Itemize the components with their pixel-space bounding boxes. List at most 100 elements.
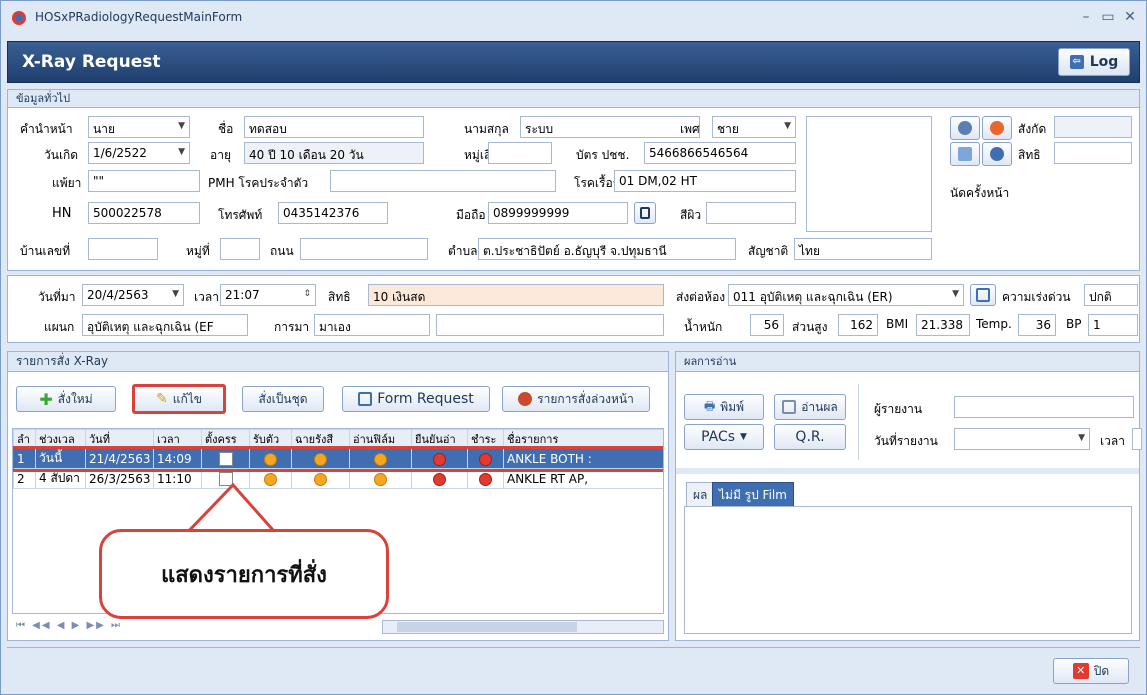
pacs-dropdown-button[interactable]: PACs ▼ [684, 424, 764, 450]
maximize-icon[interactable]: ▭ [1099, 9, 1117, 25]
column-header[interactable]: อ่านฟิล์ม [349, 429, 412, 449]
cid-field[interactable]: 5466866546564 [644, 142, 796, 164]
close-icon[interactable]: ✕ [1121, 9, 1139, 25]
affiliation-field[interactable] [1054, 116, 1132, 138]
moo-field[interactable] [220, 238, 260, 260]
result-textarea[interactable] [684, 506, 1132, 634]
send-room-select[interactable]: 011 อุบัติเหตุ และฉุกเฉิน (ER) ▼ [728, 284, 964, 306]
print-button[interactable]: 🖶 พิมพ์ [684, 394, 764, 420]
come-detail-field[interactable] [436, 314, 664, 336]
visit-panel: วันที่มา 20/4/2563 ▼ เวลา 21:07 ⇕ สิทธิ 10… [7, 275, 1140, 343]
allergy-field[interactable]: "" [88, 170, 200, 192]
mobile-label: มือถือ [456, 208, 486, 222]
reporter-field[interactable] [954, 396, 1134, 418]
hn-field[interactable]: 500022578 [88, 202, 200, 224]
report-date-field[interactable]: ▼ [954, 428, 1090, 450]
column-header[interactable]: ฉายรังสี [291, 429, 350, 449]
edit-order-button[interactable]: ✎ แก้ไข [132, 384, 226, 414]
urgency-field[interactable]: ปกติ [1084, 284, 1138, 306]
column-header[interactable]: วันที่ [85, 429, 154, 449]
column-header[interactable]: ลำ [13, 429, 36, 449]
checkbox[interactable] [218, 451, 233, 466]
dept-label: แผนก [44, 320, 75, 334]
chart-button[interactable] [950, 142, 980, 166]
horizontal-scrollbar[interactable] [382, 620, 664, 634]
table-row[interactable]: 1 วันนี้ 21/4/2563 14:09 ANKLE BOTH : [13, 445, 663, 472]
bp-field[interactable]: 1 [1088, 314, 1138, 336]
camera-button[interactable] [950, 116, 980, 140]
read-result-button[interactable]: อ่านผล [774, 394, 846, 420]
blood-field[interactable] [488, 142, 552, 164]
weight-field[interactable]: 56 [750, 314, 784, 336]
person-button[interactable] [982, 142, 1012, 166]
close-button[interactable]: ✕ ปิด [1053, 658, 1129, 684]
dept-field[interactable]: อุบัติเหตุ และฉุกเฉิน (EF [82, 314, 248, 336]
height-label: ส่วนสูง [792, 320, 828, 334]
calendar-button[interactable] [970, 284, 996, 306]
minimize-icon[interactable]: – [1077, 9, 1095, 25]
advance-order-button[interactable]: รายการสั่งล่วงหน้า [502, 386, 650, 412]
report-time-field[interactable] [1132, 428, 1142, 450]
plus-icon: ✚ [39, 389, 53, 409]
form-request-button[interactable]: Form Request [342, 386, 490, 412]
tab-result[interactable]: ผล [686, 482, 715, 509]
visit-right-field[interactable]: 10 เงินสด [368, 284, 664, 306]
status-pending-icon [374, 472, 387, 486]
house-field[interactable] [88, 238, 158, 260]
nation-field[interactable]: ไทย [794, 238, 932, 260]
column-header[interactable]: ชำระ [467, 429, 504, 449]
column-header[interactable]: ช่วงเวล [35, 429, 86, 449]
row-period: 4 สัปดา [35, 468, 86, 489]
log-button[interactable]: ⇦ Log [1058, 48, 1130, 76]
column-header[interactable]: เวลา [153, 429, 202, 449]
affiliation-label: สังกัด [1018, 122, 1047, 136]
column-header[interactable]: รับตัว [249, 429, 292, 449]
column-header[interactable]: ยืนยันอ่า [411, 429, 468, 449]
phone-field[interactable]: 0435142376 [278, 202, 388, 224]
chronic-field[interactable]: 01 DM,02 HT [614, 170, 796, 192]
splitter[interactable] [676, 468, 1139, 474]
tambon-field[interactable]: ต.ประชาธิปัตย์ อ.ธัญบุรี จ.ปทุมธานี [478, 238, 736, 260]
visit-date-field[interactable]: 20/4/2563 ▼ [82, 284, 184, 306]
form-request-label: Form Request [377, 391, 474, 407]
name-field[interactable]: ทดสอบ [244, 116, 424, 138]
road-field[interactable] [300, 238, 428, 260]
column-header[interactable]: ตั้งครร [201, 429, 250, 449]
birth-date-field[interactable]: 1/6/2522 ▼ [88, 142, 190, 164]
record-navigator[interactable]: ⏮ ◀◀ ◀ ▶ ▶▶ ⏭ [16, 620, 376, 634]
mobile-field[interactable]: 0899999999 [488, 202, 628, 224]
road-label: ถนน [270, 244, 294, 258]
right-field[interactable] [1054, 142, 1132, 164]
table-row[interactable]: 2 4 สัปดา 26/3/2563 11:10 ANKLE RT AP, [13, 468, 663, 489]
skin-field[interactable] [706, 202, 796, 224]
come-field[interactable]: มาเอง [314, 314, 430, 336]
prefix-select[interactable]: นาย ▼ [88, 116, 190, 138]
pregnant-cell[interactable] [201, 448, 250, 469]
scrollbar-thumb[interactable] [397, 622, 577, 632]
order-set-button[interactable]: สั่งเป็นชุด [242, 386, 324, 412]
surname-field[interactable]: ระบบ [520, 116, 700, 138]
chart-icon [958, 147, 972, 161]
birth-label: วันเกิด [44, 148, 79, 162]
status-pending-icon [314, 472, 327, 486]
sex-select[interactable]: ชาย ▼ [712, 116, 796, 138]
qr-button[interactable]: Q.R. [774, 424, 846, 450]
pmh-field[interactable] [330, 170, 556, 192]
column-header[interactable]: ชื่อรายการ [503, 429, 663, 449]
camera-icon [958, 121, 972, 135]
alert-button[interactable] [982, 116, 1012, 140]
pencil-icon: ✎ [156, 391, 168, 407]
row-date: 21/4/2563 [85, 448, 154, 469]
reporter-label: ผู้รายงาน [874, 402, 923, 416]
visit-right-label: สิทธิ [328, 290, 351, 304]
hn-label: HN [52, 206, 72, 221]
visit-time-label: เวลา [194, 290, 219, 304]
confirm-cell [411, 448, 468, 469]
tab-no-film[interactable]: ไม่มี รูป Film [712, 482, 794, 509]
visit-time-field[interactable]: 21:07 ⇕ [220, 284, 316, 306]
bmi-field[interactable]: 21.338 [916, 314, 970, 336]
new-order-button[interactable]: ✚ สั่งใหม่ [16, 386, 116, 412]
phone-lookup-button[interactable] [634, 202, 656, 224]
height-field[interactable]: 162 [838, 314, 878, 336]
temp-field[interactable]: 36 [1018, 314, 1056, 336]
